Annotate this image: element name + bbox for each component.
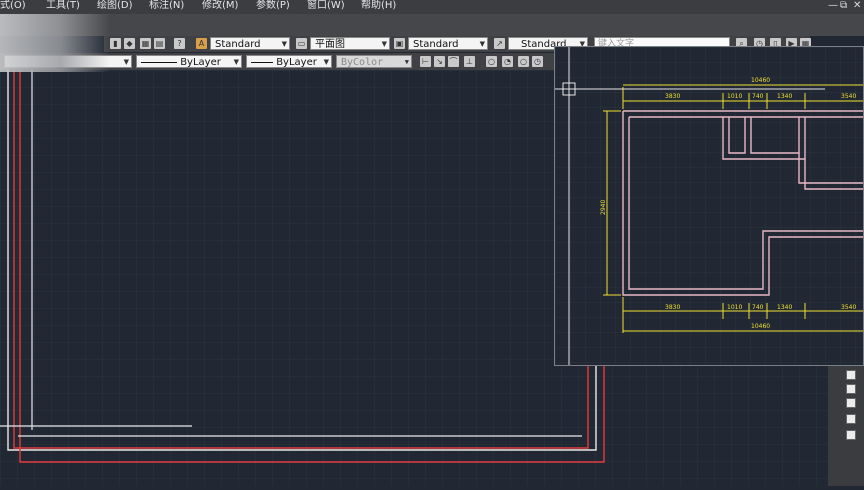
dim-bottom-5: 3540 (841, 304, 856, 311)
menu-modify[interactable]: 修改(M) (202, 0, 238, 11)
line-sample (251, 61, 273, 63)
chevron-down-icon: ▼ (123, 58, 129, 66)
palette-button[interactable] (846, 430, 856, 440)
view-select[interactable]: 平面图 ▼ (310, 37, 390, 50)
dimension-radius-icon[interactable]: ○ (486, 56, 497, 67)
linetype-select[interactable]: ByLayer ▼ (136, 55, 242, 68)
tool-palette (828, 366, 864, 486)
restore-button[interactable]: ⧉ (840, 0, 847, 11)
floor-plan-preview: 10460 3830 1010 740 1340 3540 2940 3830 … (555, 47, 863, 365)
dim-style-select[interactable]: Standard ▼ (408, 37, 488, 50)
menu-parametric[interactable]: 参数(P) (256, 0, 290, 11)
chevron-down-icon: ▼ (404, 58, 409, 66)
dimension-jogged-icon[interactable]: ◔ (502, 56, 513, 67)
dim-bottom-4: 1340 (777, 304, 792, 311)
blurred-region (0, 14, 110, 72)
palette-button[interactable] (846, 384, 856, 394)
dim-style-icon[interactable]: ▣ (394, 38, 405, 49)
chevron-down-icon: ▼ (233, 58, 239, 66)
dim-top-1: 3830 (665, 93, 680, 100)
dim-top-2: 1010 (727, 93, 742, 100)
chevron-down-icon: ▼ (281, 40, 287, 48)
calculator-icon[interactable]: ▦ (140, 38, 151, 49)
menu-tools[interactable]: 工具(T) (46, 0, 80, 11)
dim-top-4: 1340 (777, 93, 792, 100)
view-value: 平面图 (315, 39, 345, 50)
dim-bottom-overall: 10460 (751, 323, 770, 330)
dim-bottom-1: 3830 (665, 304, 680, 311)
text-style-icon[interactable]: A (196, 38, 207, 49)
text-style-select[interactable]: Standard ▼ (210, 37, 290, 50)
dim-bottom-3: 740 (752, 304, 764, 311)
chevron-down-icon: ▼ (323, 58, 329, 66)
minimize-button[interactable]: — (828, 0, 838, 11)
palette-button[interactable] (846, 370, 856, 380)
copy-icon[interactable]: ▮ (110, 38, 121, 49)
menu-bar: 式(O) 工具(T) 绘图(D) 标注(N) 修改(M) 参数(P) 窗口(W)… (0, 0, 864, 14)
menu-help[interactable]: 帮助(H) (361, 0, 396, 11)
plot-style-value: ByColor (341, 57, 384, 68)
dim-top-5: 3540 (841, 93, 856, 100)
dim-style-value: Standard (413, 39, 459, 50)
help-icon[interactable]: ? (174, 38, 185, 49)
linetype-value: ByLayer (180, 57, 221, 68)
lineweight-select[interactable]: ByLayer ▼ (246, 55, 332, 68)
zoom-preview-window[interactable]: 10460 3830 1010 740 1340 3540 2940 3830 … (554, 46, 864, 366)
sheet-icon[interactable]: ▤ (154, 38, 165, 49)
dimension-angular-icon[interactable]: ◷ (532, 56, 543, 67)
dim-left: 2940 (600, 200, 607, 215)
dimension-arc-icon[interactable]: ⌒ (448, 56, 459, 67)
table-style-icon[interactable]: ▭ (296, 38, 307, 49)
dim-top-3: 740 (752, 93, 764, 100)
dimension-aligned-icon[interactable]: ↘ (434, 56, 445, 67)
dimension-ordinate-icon[interactable]: ⊥ (464, 56, 475, 67)
text-style-value: Standard (215, 39, 261, 50)
menu-window[interactable]: 窗口(W) (307, 0, 345, 11)
close-button[interactable]: ✕ (853, 0, 861, 11)
dim-bottom-2: 1010 (727, 304, 742, 311)
dimension-diameter-icon[interactable]: ○ (518, 56, 529, 67)
dim-top-overall: 10460 (751, 77, 770, 84)
line-sample (141, 61, 177, 63)
menu-draw[interactable]: 绘图(D) (97, 0, 133, 11)
palette-button[interactable] (846, 398, 856, 408)
chevron-down-icon: ▼ (479, 40, 485, 48)
palette-button[interactable] (846, 414, 856, 424)
menu-format[interactable]: 式(O) (0, 0, 26, 11)
match-properties-icon[interactable]: ◆ (124, 38, 135, 49)
chevron-down-icon: ▼ (381, 40, 387, 48)
dimension-linear-icon[interactable]: ⊢ (420, 56, 431, 67)
menu-dimension[interactable]: 标注(N) (149, 0, 184, 11)
multileader-style-icon[interactable]: ↗ (494, 38, 505, 49)
plot-style-select: ByColor ▼ (336, 55, 412, 68)
lineweight-value: ByLayer (276, 57, 317, 68)
ribbon-band (0, 14, 864, 36)
